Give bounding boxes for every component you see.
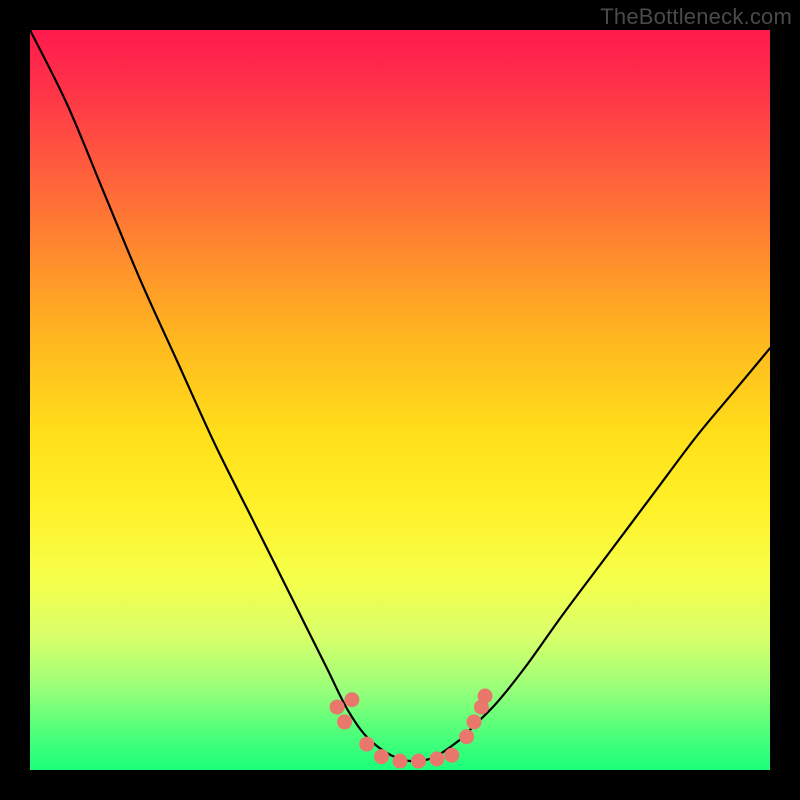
curve-marker [411, 754, 426, 769]
plot-area [30, 30, 770, 770]
curve-marker [359, 737, 374, 752]
curve-marker [444, 748, 459, 763]
bottleneck-curve [30, 30, 770, 761]
curve-marker [393, 754, 408, 769]
curve-marker [478, 689, 493, 704]
curve-marker [337, 714, 352, 729]
curve-marker [330, 700, 345, 715]
curve-marker [430, 751, 445, 766]
curve-marker [344, 692, 359, 707]
bottleneck-chart-svg [30, 30, 770, 770]
curve-markers [330, 689, 493, 769]
curve-marker [374, 749, 389, 764]
chart-frame: TheBottleneck.com [0, 0, 800, 800]
curve-marker [459, 729, 474, 744]
watermark-text: TheBottleneck.com [600, 4, 792, 30]
curve-marker [467, 714, 482, 729]
